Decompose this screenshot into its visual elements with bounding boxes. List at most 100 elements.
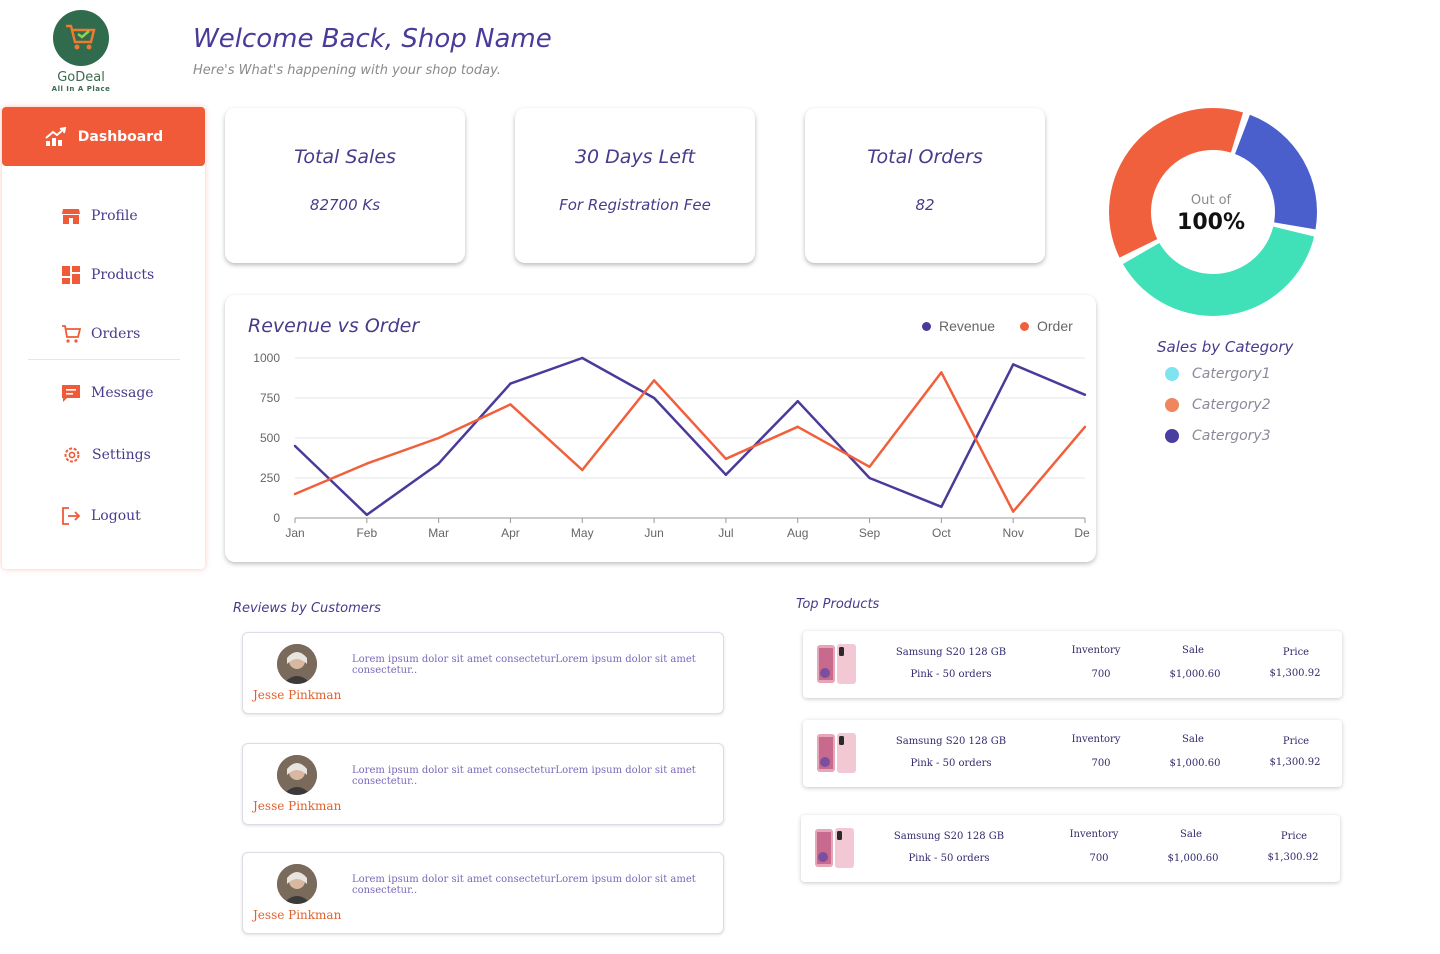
data-point-revenue: [724, 473, 728, 476]
x-tick-label: Mar: [428, 526, 449, 540]
card-value: For Registration Fee: [559, 196, 711, 214]
data-point-revenue: [437, 462, 440, 465]
sidebar-item-label: Products: [91, 267, 155, 283]
page-subtitle: Here's What's happening with your shop t…: [193, 63, 501, 78]
sidebar-item-profile[interactable]: Profile: [61, 206, 138, 226]
data-point-revenue: [1083, 393, 1087, 396]
x-tick-label: Aug: [787, 526, 808, 540]
category-dot: [1165, 429, 1179, 443]
data-point-order: [1011, 510, 1015, 513]
inventory-label: Inventory: [1071, 645, 1121, 656]
sidebar-item-dashboard[interactable]: Dashboard: [2, 107, 205, 166]
inventory-value: 700: [1091, 758, 1111, 769]
cart-icon: [62, 325, 81, 343]
x-tick-label: Jun: [644, 526, 663, 540]
card-title: Total Sales: [294, 146, 396, 168]
category-title: Sales by Category: [1157, 338, 1294, 356]
data-point-order: [868, 465, 871, 468]
series-line-order: [294, 371, 1086, 513]
sidebar-item-logout[interactable]: Logout: [61, 506, 141, 526]
review-text: Lorem ipsum dolor sit amet consecteturLo…: [352, 765, 696, 787]
data-point-order: [940, 371, 943, 374]
reviewer-name: Jesse Pinkman: [253, 908, 342, 922]
inventory-label: Inventory: [1071, 734, 1121, 745]
category-label: Catergory3: [1192, 428, 1271, 444]
price-value: $1,300.92: [1267, 852, 1319, 863]
data-point-revenue: [1011, 363, 1015, 366]
price-value: $1,300.92: [1269, 668, 1321, 679]
x-tick-label: Feb: [356, 526, 377, 540]
legend-label: Revenue: [939, 318, 996, 334]
category-label: Catergory1: [1192, 366, 1271, 382]
sale-value: $1,000.60: [1169, 758, 1221, 769]
product-row[interactable]: Samsung S20 128 GB Pink - 50 orders Inve…: [803, 720, 1342, 787]
data-point-revenue: [652, 396, 656, 400]
sidebar-item-orders[interactable]: Orders: [61, 324, 140, 344]
category-legend-item: Catergory3: [1165, 428, 1271, 444]
category-label: Catergory2: [1192, 397, 1271, 413]
x-tick-label: Sep: [859, 526, 881, 540]
sale-label: Sale: [1180, 829, 1202, 840]
sidebar-item-label: Dashboard: [77, 128, 164, 145]
sidebar-item-products[interactable]: Products: [61, 265, 154, 285]
card-value: 82700 Ks: [309, 196, 381, 214]
legend-dot: [1020, 321, 1029, 331]
donut-label-top: Out of: [1190, 193, 1232, 208]
reviewer-name: Jesse Pinkman: [253, 799, 342, 813]
category-legend-item: Catergory1: [1165, 366, 1271, 382]
donut-segment: [1109, 107, 1244, 258]
product-name: Samsung S20 128 GB: [893, 831, 1005, 842]
donut-label-main: 100%: [1177, 210, 1245, 235]
revenue-order-line-chart: 0 250 500 750 1000 Jan Feb Mar Apr May Jun Jul Aug Se…: [253, 351, 1090, 540]
sidebar-item-label: Logout: [91, 508, 141, 524]
phone-product-image: [815, 828, 854, 868]
sidebar-item-settings[interactable]: Settings: [62, 445, 151, 465]
x-tick-label: Oct: [932, 526, 951, 540]
sidebar-item-message[interactable]: Message: [61, 383, 154, 403]
data-point-order: [724, 457, 728, 460]
card-title: 30 Days Left: [574, 146, 696, 168]
trending-up-icon: [45, 126, 67, 146]
data-point-order: [581, 468, 584, 472]
product-row[interactable]: Samsung S20 128 GB Pink - 50 orders Inve…: [801, 815, 1340, 882]
avatar: [277, 644, 317, 684]
x-tick-label: Apr: [501, 526, 520, 540]
sale-value: $1,000.60: [1169, 669, 1221, 680]
data-point-revenue: [796, 400, 799, 403]
price-label: Price: [1282, 736, 1310, 747]
y-tick-label: 0: [273, 511, 280, 525]
legend-label: Order: [1037, 318, 1073, 334]
data-point-order: [652, 379, 656, 382]
review-text: Lorem ipsum dolor sit amet consecteturLo…: [352, 654, 696, 676]
phone-product-image: [817, 644, 856, 684]
x-tick-label: Nov: [1003, 526, 1024, 540]
sidebar-divider: [28, 359, 180, 360]
category-dot: [1165, 398, 1179, 412]
series-line-revenue: [294, 356, 1086, 517]
store-icon: [62, 209, 80, 224]
product-detail: Pink - 50 orders: [908, 853, 990, 864]
product-detail: Pink - 50 orders: [910, 758, 992, 769]
card-title: Total Orders: [867, 146, 983, 168]
inventory-label: Inventory: [1069, 829, 1119, 840]
data-point-revenue: [509, 382, 512, 385]
legend-dot: [922, 321, 931, 331]
phone-product-image: [817, 733, 856, 773]
page-title: Welcome Back, Shop Name: [193, 24, 552, 54]
total-sales-card: Total Sales 82700 Ks: [225, 108, 465, 263]
category-legend-item: Catergory2: [1165, 397, 1271, 413]
data-point-order: [293, 492, 297, 496]
review-text: Lorem ipsum dolor sit amet consecteturLo…: [352, 874, 696, 896]
grid-icon: [62, 266, 80, 284]
review-card: Jesse Pinkman Lorem ipsum dolor sit amet…: [242, 743, 724, 825]
data-point-order: [796, 425, 799, 428]
y-tick-label: 250: [260, 471, 280, 485]
gear-icon: [64, 447, 80, 463]
x-tick-label: Dec: [1074, 526, 1090, 540]
data-point-order: [509, 403, 512, 406]
inventory-value: 700: [1089, 853, 1109, 864]
total-orders-card: Total Orders 82: [805, 108, 1045, 263]
sidebar-item-label: Profile: [91, 208, 138, 224]
message-icon: [62, 385, 80, 402]
product-row[interactable]: Samsung S20 128 GB Pink - 50 orders Inve…: [803, 631, 1342, 698]
